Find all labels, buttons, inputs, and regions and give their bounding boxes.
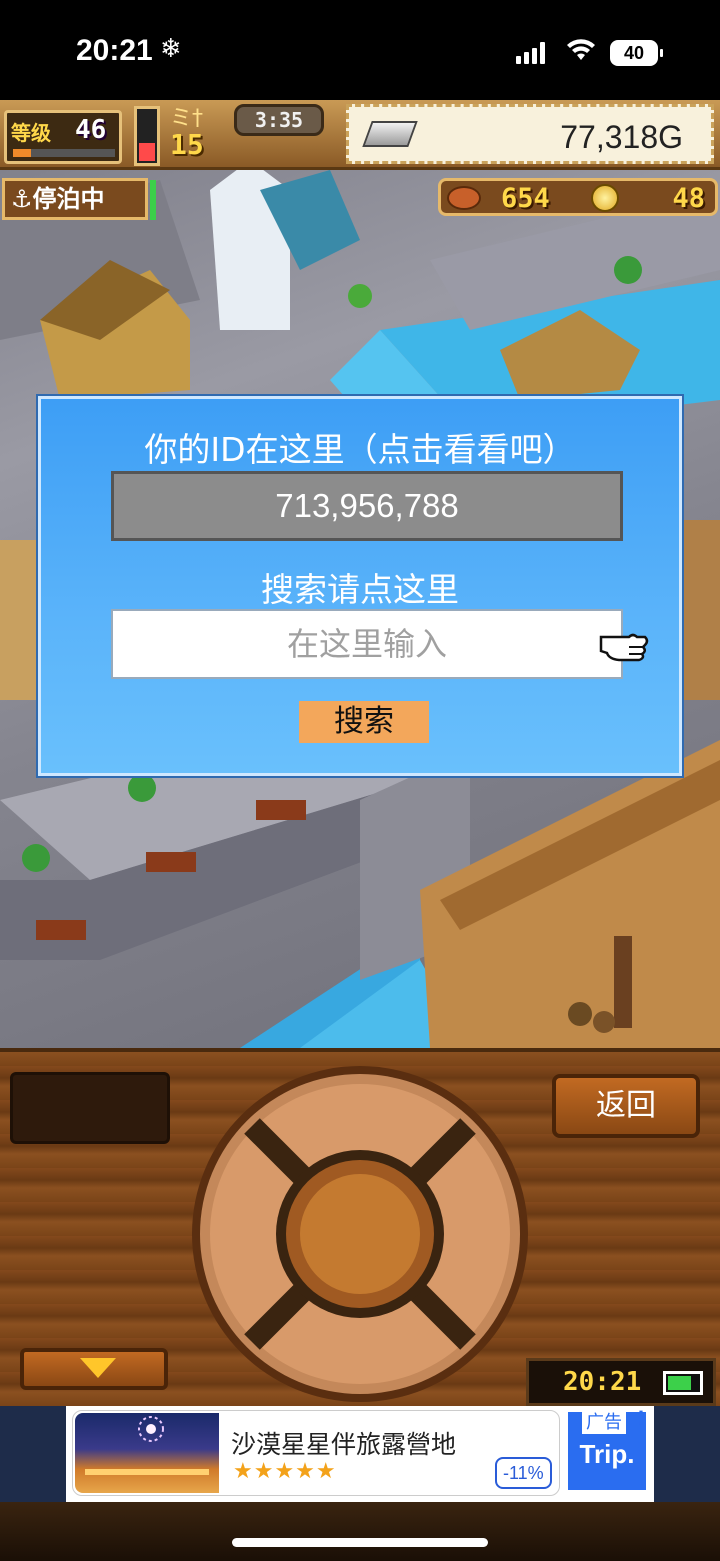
id-search-dialog: 你的ID在这里（点击看看吧） 713,956,788 搜索请点这里 在这里输入 …	[38, 396, 682, 776]
stamina-fill	[139, 143, 155, 161]
clock-time: 20:21	[563, 1367, 642, 1397]
battery-icon	[663, 1371, 703, 1395]
gold-value: 77,318G	[560, 119, 683, 155]
ad-bar: 沙漠星星伴旅露營地 ★★★★★ -11% Trip. 广告 ⋮	[0, 1406, 720, 1502]
crew-count: 15	[170, 128, 204, 161]
rating-stars: ★★★★★	[233, 1459, 337, 1484]
player-id-field[interactable]: 713,956,788	[111, 471, 623, 541]
wifi-icon	[567, 39, 595, 60]
search-input[interactable]: 在这里输入	[111, 609, 623, 679]
directional-pad[interactable]	[190, 1064, 530, 1404]
snowflake-icon: ❄	[160, 34, 182, 64]
coin-count: 48	[672, 183, 705, 214]
search-button[interactable]: 搜索	[299, 701, 429, 743]
food-icon	[447, 186, 481, 210]
silver-bar-icon	[362, 121, 418, 147]
resources-panel: 654 48	[438, 178, 718, 216]
game-clock: 20:21	[526, 1358, 716, 1406]
docked-status-bar	[150, 180, 156, 220]
level-label: 等级	[11, 121, 51, 145]
ad-title: 沙漠星星伴旅露營地	[231, 1430, 457, 1459]
crew-counter[interactable]: ミ† 15	[170, 108, 230, 164]
info-screen	[10, 1072, 170, 1144]
food-count: 654	[501, 183, 550, 214]
control-panel: 返回 20:21	[0, 1048, 720, 1406]
ad-image	[75, 1413, 219, 1493]
gold-display: 77,318G	[346, 104, 714, 164]
ad-banner[interactable]: 沙漠星星伴旅露營地 ★★★★★ -11% Trip. 广告 ⋮	[66, 1406, 654, 1502]
bottom-area	[0, 1502, 720, 1561]
ad-options-icon[interactable]: ⋮	[632, 1410, 650, 1428]
home-indicator[interactable]	[232, 1538, 488, 1547]
level-progress-bar	[13, 149, 115, 157]
coin-icon	[591, 184, 619, 212]
level-number: 46	[75, 115, 107, 145]
level-progress-fill	[13, 149, 32, 157]
game-viewport[interactable]: 等级 46 ミ† 15 3:35 77,318G ⚓停泊中 654 48 你的I…	[0, 100, 720, 1048]
hud-top-bar: 等级 46 ミ† 15 3:35 77,318G	[0, 100, 720, 170]
ad-card[interactable]: 沙漠星星伴旅露營地 ★★★★★ -11%	[72, 1410, 560, 1496]
timer-display: 3:35	[234, 104, 324, 136]
down-arrow-icon	[80, 1358, 116, 1378]
search-label: 搜索请点这里	[261, 570, 459, 609]
crew-icon: ミ†	[170, 106, 204, 131]
fireworks-image	[85, 1416, 209, 1475]
dialog-title[interactable]: 你的ID在这里（点击看看吧）	[41, 423, 679, 471]
cellular-signal-icon	[516, 42, 545, 64]
discount-badge: -11%	[495, 1457, 552, 1489]
battery-indicator: 40	[610, 40, 663, 66]
docked-status[interactable]: ⚓停泊中	[2, 178, 148, 220]
back-button[interactable]: 返回	[552, 1074, 700, 1138]
status-bar: 20:21 ❄ 40	[0, 0, 720, 100]
stamina-gauge	[134, 106, 160, 166]
pointing-hand-icon	[599, 633, 649, 662]
level-indicator[interactable]: 等级 46	[4, 110, 122, 164]
status-time: 20:21	[76, 34, 153, 67]
scroll-down-button[interactable]	[20, 1348, 168, 1390]
ad-label: 广告	[582, 1408, 626, 1434]
